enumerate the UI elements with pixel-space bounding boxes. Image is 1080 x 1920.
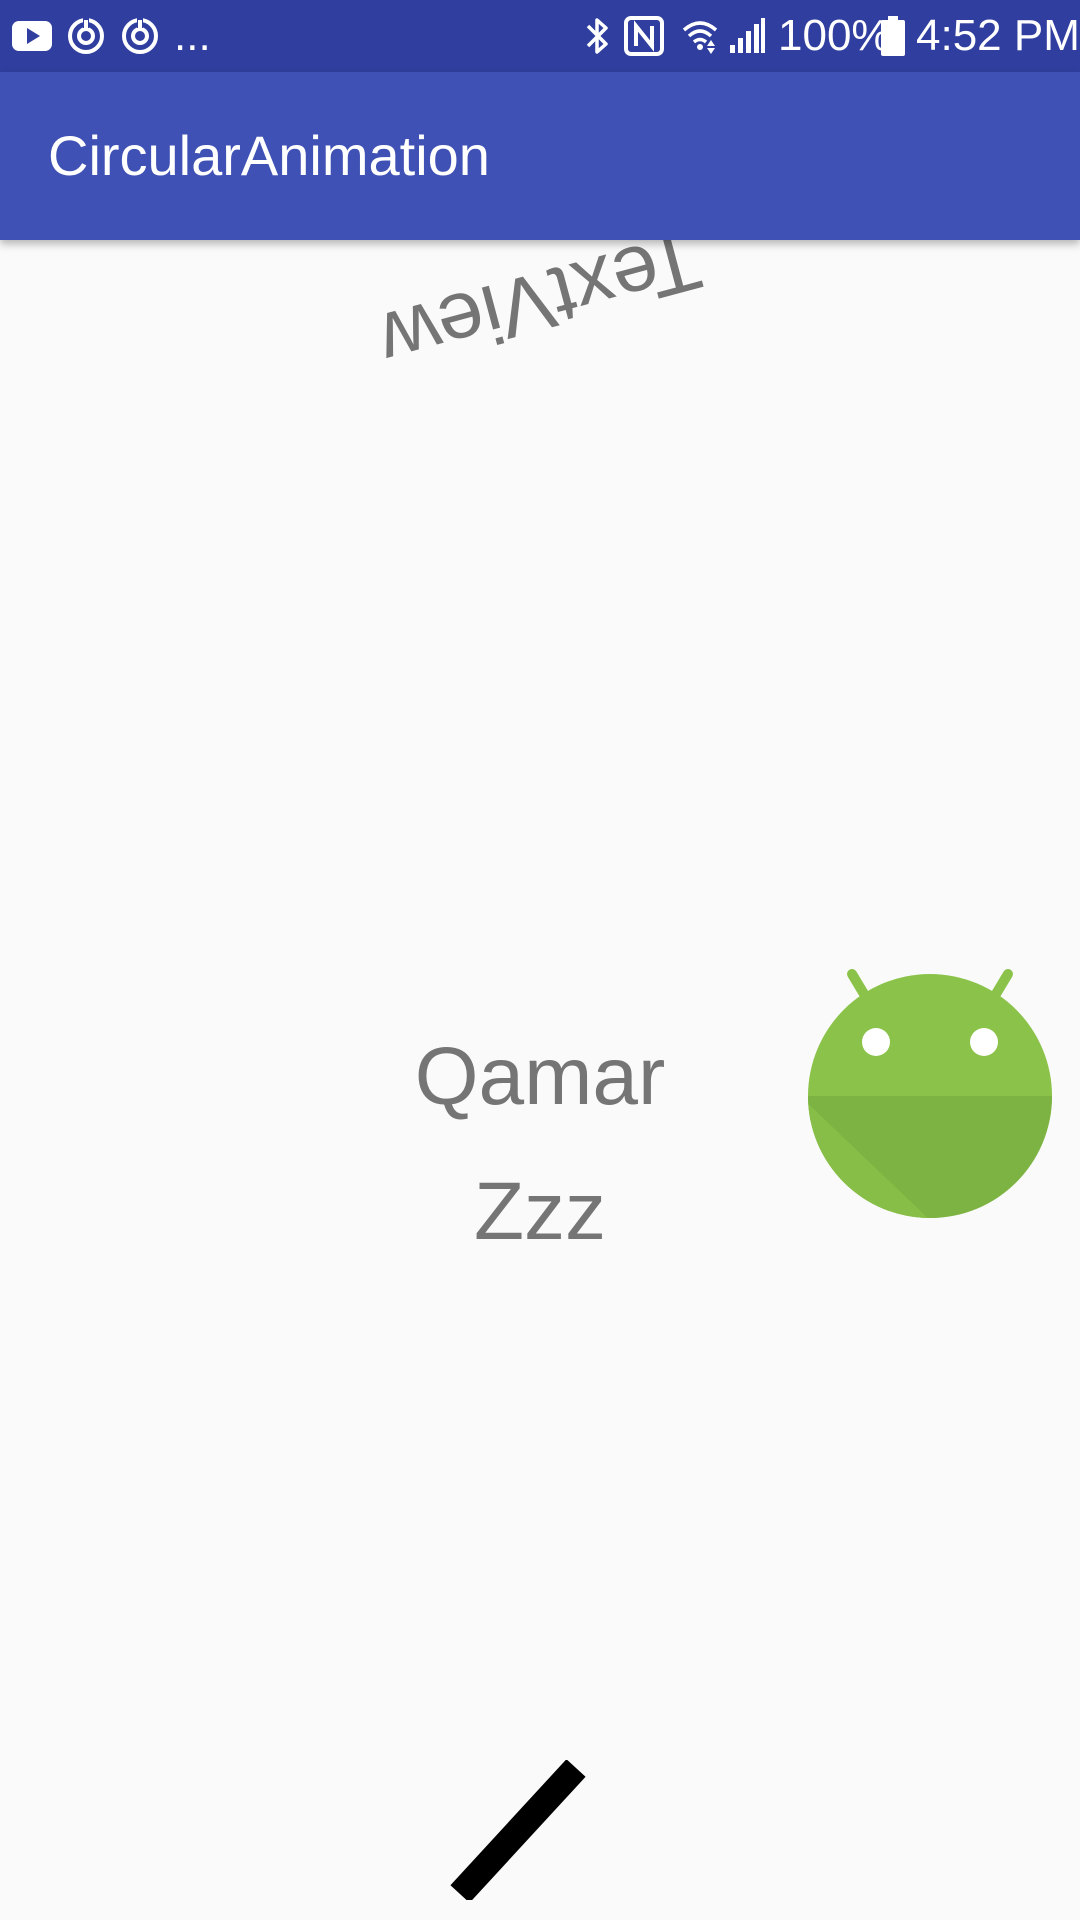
screen: ... 100% 4:52 PM CircularAnimation TextV…: [0, 0, 1080, 1920]
status-overflow: ...: [174, 11, 211, 60]
sync-icon: [64, 0, 108, 72]
app-bar: CircularAnimation: [0, 72, 1080, 240]
battery-percent: 100%: [778, 11, 891, 60]
content-area: TextView Qamar Zzz: [0, 214, 1080, 1920]
status-bar: ... 100% 4:52 PM: [0, 0, 1080, 72]
sync-icon: [118, 0, 162, 72]
android-launcher-icon: [800, 960, 1060, 1220]
nfc-icon: [622, 0, 666, 72]
battery-icon: [878, 0, 908, 72]
clock: 4:52 PM: [916, 11, 1080, 60]
app-title: CircularAnimation: [48, 124, 490, 187]
wifi-icon: [678, 0, 722, 72]
youtube-icon: [10, 0, 54, 72]
rotating-needle: [442, 1759, 622, 1903]
bluetooth-icon: [582, 0, 614, 72]
cell-signal-icon: [726, 0, 768, 72]
